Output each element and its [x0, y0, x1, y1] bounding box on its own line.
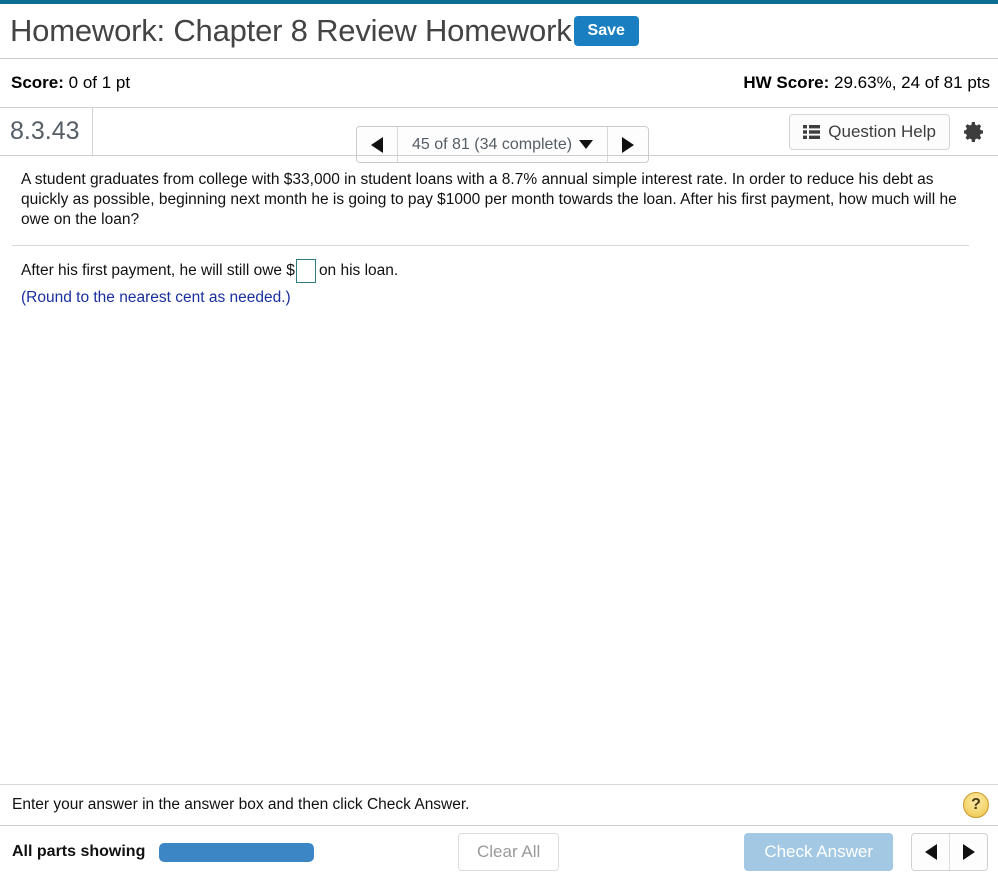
footer-toolbar: All parts showing Clear All Check Answer — [0, 826, 998, 878]
score-value: 0 of 1 pt — [68, 73, 131, 92]
title-bar: Homework: Chapter 8 Review Homework Save — [0, 4, 998, 59]
footer-next-button[interactable] — [950, 834, 987, 870]
hint-text: Enter your answer in the answer box and … — [12, 796, 470, 813]
question-text: A student graduates from college with $3… — [21, 171, 957, 228]
page-title: Homework: Chapter 8 Review Homework — [10, 13, 572, 48]
answer-suffix: on his loan. — [318, 262, 399, 279]
gear-icon — [964, 121, 983, 142]
hw-score-label: HW Score: — [743, 73, 830, 92]
score-label: Score: — [11, 73, 64, 92]
question-help-label: Question Help — [828, 121, 936, 141]
list-icon — [803, 124, 821, 139]
footer-navigator[interactable] — [911, 833, 988, 871]
answer-line: After his first payment, he will still o… — [21, 259, 978, 283]
clear-all-button[interactable]: Clear All — [458, 833, 560, 871]
hw-score-text: HW Score: 29.63%, 24 of 81 pts — [743, 73, 990, 93]
answer-prefix: After his first payment, he will still o… — [21, 262, 295, 279]
hint-bar: Enter your answer in the answer box and … — [0, 784, 998, 826]
score-text: Score: 0 of 1 pt — [0, 73, 130, 93]
parts-showing-label: All parts showing — [12, 843, 146, 860]
question-help-button[interactable]: Question Help — [789, 113, 950, 150]
exercise-number: 8.3.43 — [0, 108, 93, 155]
answer-input[interactable] — [295, 259, 316, 283]
parts-progress-fill — [159, 842, 315, 862]
help-icon[interactable]: ? — [963, 792, 989, 818]
footer-prev-button[interactable] — [912, 834, 950, 870]
exercise-bar: 8.3.43 Question Help — [0, 108, 998, 156]
save-button[interactable]: Save — [573, 16, 639, 46]
settings-button[interactable] — [960, 118, 988, 146]
triangle-left-icon — [924, 844, 937, 860]
answer-block: After his first payment, he will still o… — [21, 246, 978, 308]
question-panel: A student graduates from college with $3… — [0, 156, 998, 308]
score-bar: Score: 0 of 1 pt 45 of 81 (34 complete) … — [0, 59, 998, 163]
rounding-note: (Round to the nearest cent as needed.) — [21, 289, 291, 306]
triangle-right-icon — [962, 844, 975, 860]
hw-score-value: 29.63%, 24 of 81 pts — [834, 73, 990, 92]
check-answer-button[interactable]: Check Answer — [744, 833, 893, 871]
parts-progress-bar — [159, 842, 315, 862]
